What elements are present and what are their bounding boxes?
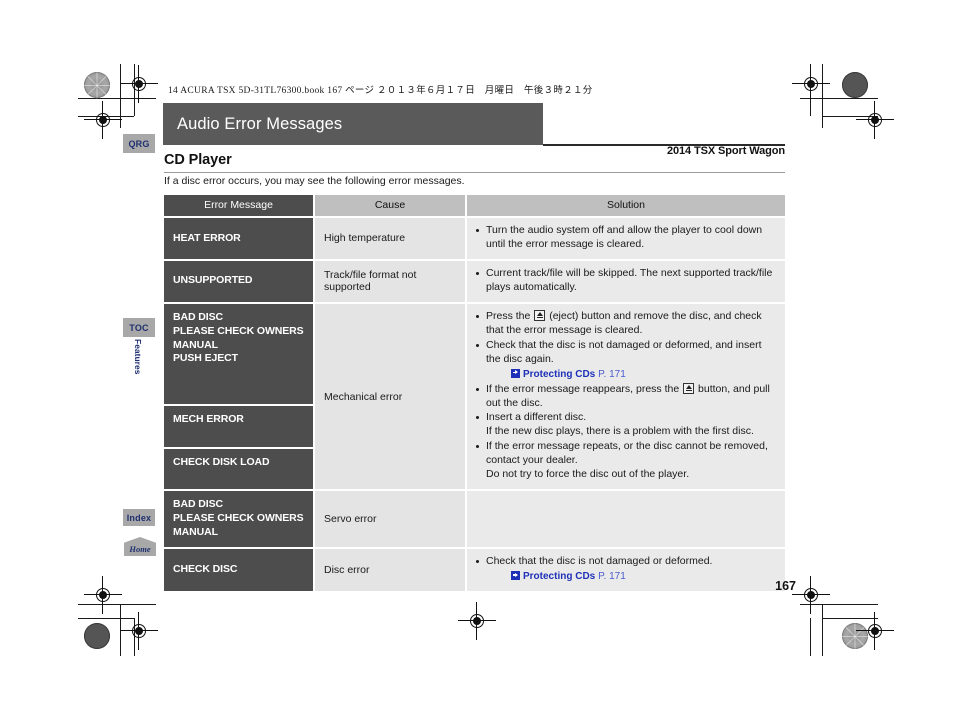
- xref-page: P. 171: [598, 368, 626, 380]
- cell-cause: Mechanical error: [315, 303, 467, 492]
- cross-reference-link[interactable]: Protecting CDs P. 171: [486, 368, 777, 382]
- cell-solution: Press the (eject) button and remove the …: [467, 303, 785, 492]
- solution-bullet: Check that the disc is not damaged or de…: [475, 555, 777, 584]
- xref-label: Protecting CDs: [523, 368, 596, 380]
- sidebar-tab-features-label: Features: [133, 339, 143, 375]
- bullet-text: Insert a different disc.: [486, 411, 587, 424]
- cell-error-message: BAD DISC PLEASE CHECK OWNERS MANUAL PUSH…: [164, 303, 315, 406]
- model-line: 2014 TSX Sport Wagon: [666, 145, 785, 157]
- registration-mark: [84, 576, 122, 614]
- registration-rosette: [842, 72, 868, 98]
- jump-arrow-icon: [511, 571, 520, 581]
- solution-bullet: Insert a different disc. If the new disc…: [475, 411, 777, 439]
- registration-mark: [120, 65, 158, 103]
- chapter-title: Audio Error Messages: [177, 114, 343, 133]
- sidebar-tab-toc[interactable]: TOC: [123, 318, 155, 337]
- xref-label: Protecting CDs: [523, 571, 596, 583]
- table-row: BAD DISC PLEASE CHECK OWNERS MANUAL PUSH…: [164, 303, 785, 492]
- sidebar-tab-index-label: Index: [126, 512, 152, 523]
- sidebar-tab-home-label: Home: [129, 544, 151, 554]
- registration-mark: [856, 612, 894, 650]
- cell-cause: Servo error: [315, 491, 467, 550]
- bullet-text-pre: If the error message reappears, press th…: [486, 382, 683, 395]
- registration-rosette: [84, 623, 110, 649]
- jump-arrow-icon: [511, 368, 520, 378]
- eject-icon: [534, 309, 546, 321]
- solution-bullet: Turn the audio system off and allow the …: [475, 224, 777, 252]
- cell-error-message: UNSUPPORTED: [164, 260, 315, 304]
- crop-line: [78, 98, 156, 99]
- registration-mark: [792, 576, 830, 614]
- sidebar-tab-features[interactable]: Features: [131, 339, 146, 389]
- heading-divider: [164, 172, 785, 173]
- solution-bullet: If the error message reappears, press th…: [475, 382, 777, 411]
- chapter-title-bar: Audio Error Messages: [163, 103, 543, 145]
- bullet-text: Check that the disc is not damaged or de…: [486, 338, 762, 365]
- table-row: BAD DISC PLEASE CHECK OWNERS MANUAL Serv…: [164, 491, 785, 550]
- registration-mark: [792, 65, 830, 103]
- solution-bullet: Press the (eject) button and remove the …: [475, 309, 777, 338]
- cell-error-message: MECH ERROR: [164, 405, 315, 449]
- cell-error-message: BAD DISC PLEASE CHECK OWNERS MANUAL: [164, 491, 315, 550]
- cell-solution: Turn the audio system off and allow the …: [467, 218, 785, 261]
- cell-solution-spacer: [467, 491, 785, 550]
- cell-error-message: CHECK DISK LOAD: [164, 448, 315, 492]
- crop-line: [822, 604, 823, 656]
- cross-reference-link[interactable]: Protecting CDs P. 171: [486, 570, 777, 584]
- xref-page: P. 171: [598, 571, 626, 583]
- page-canvas: 14 ACURA TSX 5D-31TL76300.book 167 ページ ２…: [0, 0, 954, 718]
- solution-bullet: If the error message repeats, or the dis…: [475, 440, 777, 482]
- sidebar-tab-qrg-label: QRG: [128, 138, 150, 149]
- cell-solution: Check that the disc is not damaged or de…: [467, 549, 785, 594]
- cell-cause: High temperature: [315, 218, 467, 261]
- bullet-text: If the error message repeats, or the dis…: [486, 440, 768, 467]
- cell-error-message: CHECK DISC: [164, 549, 315, 594]
- sidebar-tab-qrg[interactable]: QRG: [123, 134, 155, 153]
- registration-mark: [84, 101, 122, 139]
- table-header-row: Error Message Cause Solution: [164, 195, 785, 218]
- crop-line: [810, 618, 811, 656]
- bullet-text: Check that the disc is not damaged or de…: [486, 555, 713, 568]
- cell-solution: Current track/file will be skipped. The …: [467, 260, 785, 304]
- print-job-header: 14 ACURA TSX 5D-31TL76300.book 167 ページ ２…: [168, 86, 593, 96]
- registration-rosette: [84, 72, 110, 99]
- table-row: UNSUPPORTED Track/file format not suppor…: [164, 260, 785, 304]
- page-title: CD Player: [164, 152, 232, 168]
- registration-mark: [856, 101, 894, 139]
- table-row: CHECK DISC Disc error Check that the dis…: [164, 549, 785, 594]
- column-header-error-message: Error Message: [164, 195, 315, 218]
- sidebar-tab-index[interactable]: Index: [123, 509, 155, 526]
- bullet-subline: If the new disc plays, there is a proble…: [486, 425, 754, 438]
- cell-cause: Disc error: [315, 549, 467, 594]
- column-header-solution: Solution: [467, 195, 785, 218]
- solution-bullet: Current track/file will be skipped. The …: [475, 267, 777, 295]
- intro-text: If a disc error occurs, you may see the …: [164, 175, 465, 187]
- eject-icon: [683, 382, 695, 394]
- solution-bullet: Check that the disc is not damaged or de…: [475, 339, 777, 382]
- bullet-text-pre: Press the: [486, 309, 534, 322]
- cell-error-message: HEAT ERROR: [164, 218, 315, 261]
- table-row: HEAT ERROR High temperature Turn the aud…: [164, 218, 785, 261]
- error-messages-table: Error Message Cause Solution HEAT ERROR …: [164, 195, 785, 594]
- registration-mark-center-bottom: [458, 602, 496, 640]
- registration-mark: [120, 612, 158, 650]
- sidebar-tab-toc-label: TOC: [129, 322, 149, 333]
- cell-cause: Track/file format not supported: [315, 260, 467, 304]
- bullet-subline: Do not try to force the disc out of the …: [486, 468, 690, 481]
- sidebar-tab-home[interactable]: Home: [124, 537, 156, 556]
- column-header-cause: Cause: [315, 195, 467, 218]
- page-number: 167: [775, 579, 796, 593]
- crop-line: [800, 98, 878, 99]
